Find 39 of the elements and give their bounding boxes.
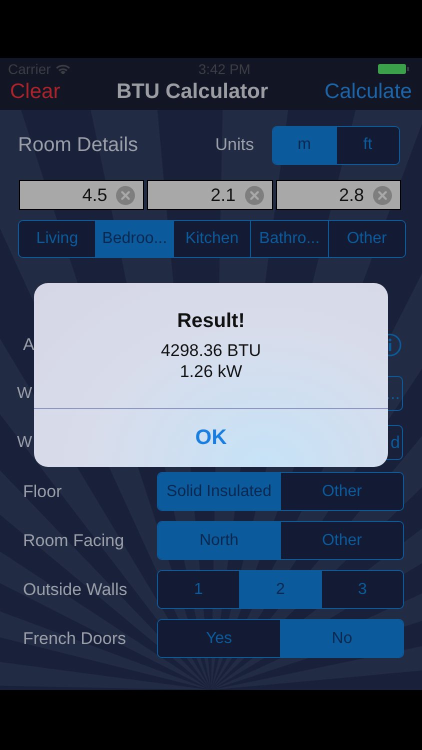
field-label: A [22,334,34,354]
segment-option[interactable]: Other [280,522,403,559]
field-label: French Doors [22,628,126,648]
wifi-icon [54,63,71,75]
field-label: W [17,434,32,452]
segment-option[interactable]: 1 [158,571,239,608]
segment-option[interactable]: ft [336,126,399,164]
clear-button[interactable]: Clear [10,80,60,104]
segment-option[interactable]: Other [280,473,403,510]
screen-title: BTU Calculator [116,80,268,104]
segment-option[interactable]: Solid Insulated [158,473,280,510]
segment-option[interactable]: Living [19,221,96,257]
segment-option[interactable]: 3 [321,571,403,608]
ok-button[interactable]: OK [34,409,388,467]
input-field[interactable]: 2.8 [276,180,401,210]
result-text: 1.26 kW [180,361,242,382]
segment-option[interactable]: m [273,126,336,164]
units-label: Units [215,135,254,155]
segment-option[interactable]: Bathro... [250,221,328,257]
field-label: W [17,384,32,402]
section-title: Room Details [18,134,138,156]
segment-option[interactable]: Other [328,221,405,257]
segment-option[interactable]: North [158,522,280,559]
segment-option[interactable]: Kitchen [172,221,250,257]
segment-option[interactable]: 2 [239,571,321,608]
segment-option[interactable]: Yes [158,620,280,657]
field-label: Room Facing [22,530,124,550]
result-text: 4298.36 BTU [160,340,262,361]
clear-icon[interactable] [244,186,264,204]
segment-option[interactable]: Bedroo... [95,221,173,257]
segment-option[interactable]: No [280,620,403,657]
calculate-button[interactable]: Calculate [324,80,412,104]
input-field[interactable]: 4.5 [19,180,144,210]
field-label: Outside Walls [22,580,128,600]
input-field[interactable]: 2.1 [147,180,273,210]
alert-title: Result! [177,310,245,333]
field-label: Floor [22,482,62,502]
clear-icon[interactable] [116,186,136,204]
clear-icon[interactable] [372,186,392,204]
